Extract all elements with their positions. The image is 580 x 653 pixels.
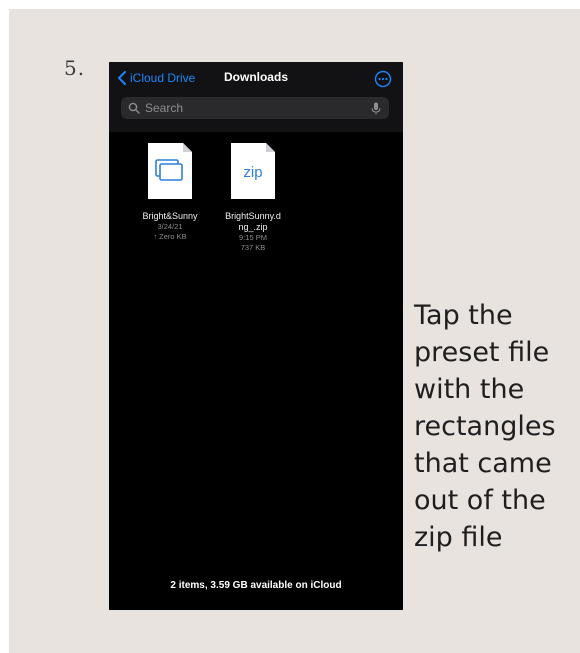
search-input[interactable]: Search xyxy=(121,97,389,119)
file-date: 3/24/21 xyxy=(157,222,183,231)
file-name-line-1: BrightSunny.d xyxy=(225,211,281,221)
instruction-line: zip file xyxy=(414,522,503,553)
instruction-text: Tap the preset file with the rectangles … xyxy=(414,297,580,556)
navigation-bar: iCloud Drive Downloads Search xyxy=(109,62,403,132)
file-name: Bright&Sunny xyxy=(142,211,198,221)
preset-rectangles-icon xyxy=(148,143,192,199)
search-placeholder: Search xyxy=(145,101,184,115)
zip-file-icon: zip xyxy=(231,143,275,199)
file-item-preset[interactable]: Bright&Sunny 3/24/21 ↑ Zero KB xyxy=(130,142,210,242)
instruction-line: Tap the xyxy=(414,300,513,331)
instruction-line: with the xyxy=(414,374,525,405)
storage-status: 2 items, 3.59 GB available on iCloud xyxy=(170,580,342,591)
file-size: 737 KB xyxy=(240,243,266,252)
instruction-line: rectangles xyxy=(414,411,556,442)
phone-screenshot: iCloud Drive Downloads Search Bright&Sun… xyxy=(109,62,403,610)
file-name: BrightSunny.d ng_.zip xyxy=(210,211,296,233)
file-size: ↑ Zero KB xyxy=(153,232,187,241)
svg-text:zip: zip xyxy=(243,164,262,181)
file-item-zip[interactable]: zip BrightSunny.d ng_.zip 9:15 PM 737 KB xyxy=(210,142,296,253)
file-name-line-2: ng_.zip xyxy=(238,222,268,232)
instruction-line: preset file xyxy=(414,337,550,368)
step-number: 5. xyxy=(64,56,86,80)
microphone-icon[interactable] xyxy=(371,102,381,115)
page-title: Downloads xyxy=(223,70,288,84)
instruction-line: that came xyxy=(414,448,552,479)
more-options-icon[interactable] xyxy=(374,70,392,88)
instruction-line: out of the xyxy=(414,485,546,516)
search-icon xyxy=(128,102,140,114)
file-time: 9:15 PM xyxy=(239,233,267,242)
